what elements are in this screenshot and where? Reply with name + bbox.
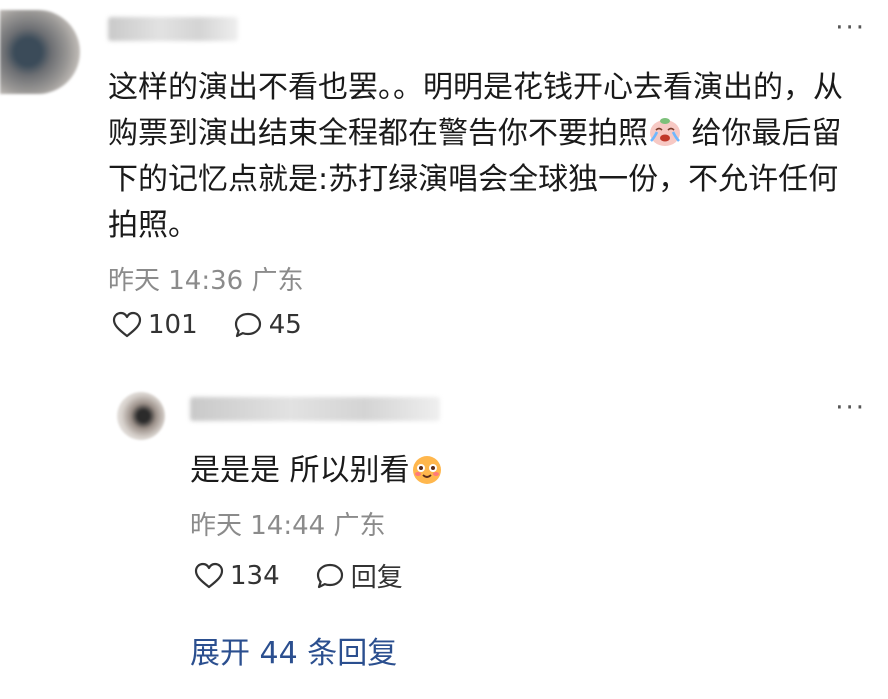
reply-more-dots-icon[interactable]: ··· (835, 395, 866, 421)
reply-text-content: 是是是 所以别看 (190, 453, 410, 488)
reply-actions: 134 回复 (194, 557, 433, 594)
reply-like-count: 134 (230, 560, 280, 591)
reply-reply-button[interactable]: 回复 (315, 557, 403, 594)
reply-username-blurred[interactable] (190, 397, 440, 421)
expand-replies-link[interactable]: 展开 44 条回复 (190, 628, 397, 672)
more-dots-icon[interactable]: ··· (835, 15, 866, 41)
reply-text: 是是是 所以别看 (190, 445, 444, 489)
reply-time: 昨天 14:44 (190, 511, 326, 541)
comment-text: 这样的演出不看也罢。。明明是花钱开心去看演出的，从购票到演出结束全程都在警告你不… (108, 65, 868, 249)
like-count: 101 (148, 310, 198, 340)
reply-count-button[interactable]: 45 (233, 310, 302, 340)
heart-icon (194, 562, 224, 588)
reply-meta: 昨天 14:44 广东 (190, 505, 385, 542)
comment-actions: 101 45 (112, 310, 332, 343)
smiling-face-icon (412, 456, 441, 484)
speech-bubble-icon (234, 312, 261, 338)
reply-avatar[interactable] (117, 392, 165, 440)
reply-label: 回复 (350, 563, 403, 593)
reply-location: 广东 (333, 511, 386, 541)
username-blurred[interactable] (108, 17, 238, 41)
comment-time: 昨天 14:36 (108, 266, 244, 296)
comment-meta: 昨天 14:36 广东 (108, 260, 303, 297)
speech-bubble-icon (316, 563, 343, 588)
like-button[interactable]: 101 (112, 310, 198, 340)
reply-count: 45 (268, 310, 302, 340)
comment-location: 广东 (251, 266, 304, 296)
heart-icon (112, 311, 142, 338)
crying-face-icon (650, 118, 680, 146)
avatar[interactable] (0, 10, 80, 94)
reply-like-button[interactable]: 134 (194, 561, 280, 591)
